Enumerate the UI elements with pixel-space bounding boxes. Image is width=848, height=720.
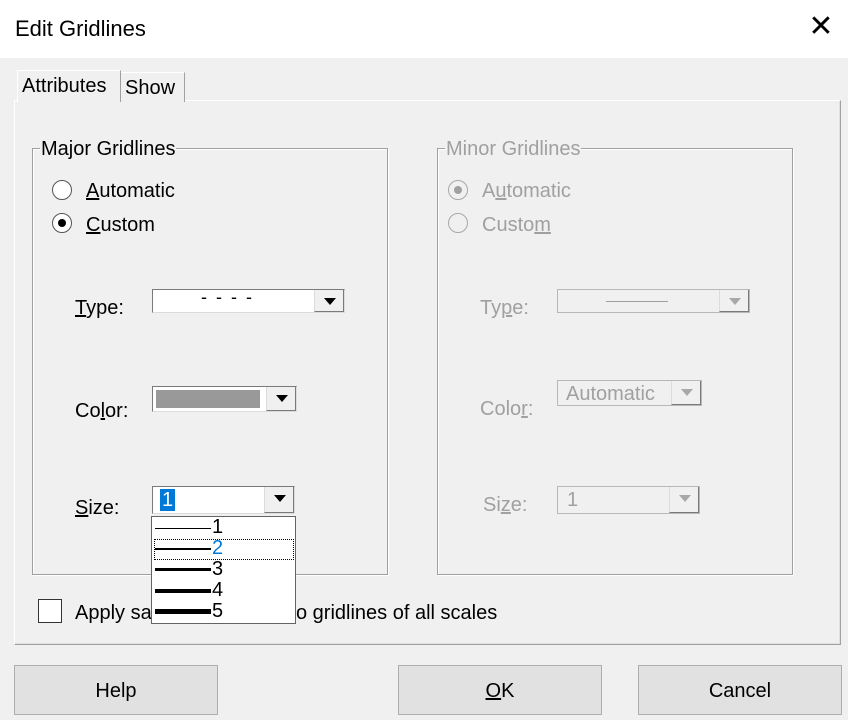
size-option-label: 5 xyxy=(212,600,224,622)
minor-type-label: Type: xyxy=(480,297,529,319)
major-type-select[interactable]: - - - - xyxy=(152,287,345,313)
line-sample-2 xyxy=(155,548,211,550)
chevron-down-icon xyxy=(679,495,691,502)
major-custom-label[interactable]: Custom xyxy=(86,213,155,237)
major-gridlines-title: Major Gridlines xyxy=(40,138,177,160)
apply-all-label-left[interactable]: Apply sa xyxy=(75,601,152,625)
minor-color-dropdown-button[interactable] xyxy=(671,381,701,405)
size-option-3[interactable]: 3 xyxy=(154,558,294,581)
major-type-dropdown-button[interactable] xyxy=(314,290,344,312)
apply-all-label-right[interactable]: o gridlines of all scales xyxy=(296,601,497,625)
chevron-down-icon xyxy=(324,298,336,305)
tab-show[interactable]: Show xyxy=(121,72,185,102)
minor-type-dropdown-button[interactable] xyxy=(719,290,749,312)
major-color-label: Color: xyxy=(75,400,129,422)
minor-automatic-label[interactable]: Automatic xyxy=(482,179,571,203)
size-option-label: 1 xyxy=(212,516,224,538)
minor-type-line-sample xyxy=(606,301,668,302)
size-option-5[interactable]: 5 xyxy=(154,600,294,623)
help-button[interactable]: Help xyxy=(14,665,218,715)
minor-custom-label[interactable]: Custom xyxy=(482,213,551,237)
minor-type-select[interactable] xyxy=(557,289,750,313)
minor-size-value: 1 xyxy=(567,489,579,511)
close-icon[interactable]: ✕ xyxy=(806,10,836,44)
chevron-down-icon xyxy=(681,389,693,396)
apply-all-checkbox[interactable] xyxy=(38,599,62,623)
major-color-swatch xyxy=(156,390,260,408)
minor-automatic-radio[interactable] xyxy=(448,180,468,200)
major-color-dropdown-button[interactable] xyxy=(266,387,296,411)
radio-selected-dot xyxy=(454,186,462,194)
tab-attributes[interactable]: Attributes xyxy=(17,70,121,102)
major-color-select[interactable] xyxy=(152,386,297,412)
major-automatic-radio[interactable] xyxy=(52,180,72,200)
radio-selected-dot xyxy=(58,219,66,227)
minor-size-dropdown-button[interactable] xyxy=(669,487,699,513)
major-custom-radio[interactable] xyxy=(52,213,72,233)
major-type-value: - - - - xyxy=(201,287,254,307)
major-size-label: Size: xyxy=(75,497,120,519)
size-option-4[interactable]: 4 xyxy=(154,579,294,602)
ok-button[interactable]: OK xyxy=(398,665,602,715)
major-size-value[interactable]: 1 xyxy=(160,489,176,511)
major-size-select[interactable]: 1 xyxy=(152,486,295,514)
size-dropdown-list: 1 2 3 4 5 xyxy=(151,516,296,624)
chevron-down-icon xyxy=(274,495,286,502)
size-option-label: 4 xyxy=(212,579,224,601)
size-option-label: 2 xyxy=(212,537,224,559)
minor-custom-radio[interactable] xyxy=(448,213,468,233)
line-sample-4 xyxy=(155,589,211,593)
minor-color-value: Automatic xyxy=(566,383,655,405)
line-sample-5 xyxy=(155,609,211,614)
size-option-2[interactable]: 2 xyxy=(154,537,294,560)
chevron-down-icon xyxy=(729,298,741,305)
minor-color-label: Color: xyxy=(480,398,534,420)
line-sample-3 xyxy=(155,568,211,571)
line-sample-1 xyxy=(155,528,211,529)
major-automatic-label[interactable]: Automatic xyxy=(86,179,175,203)
cancel-button[interactable]: Cancel xyxy=(638,665,842,715)
minor-size-label: Size: xyxy=(483,494,528,516)
minor-color-select[interactable]: Automatic xyxy=(557,380,702,406)
major-type-label: Type: xyxy=(75,297,124,319)
minor-gridlines-title: Minor Gridlines xyxy=(445,138,582,160)
chevron-down-icon xyxy=(276,395,288,402)
window-title: Edit Gridlines xyxy=(15,16,146,41)
size-option-label: 3 xyxy=(212,558,224,580)
size-option-1[interactable]: 1 xyxy=(154,516,294,539)
minor-size-select[interactable]: 1 xyxy=(557,486,700,514)
major-size-dropdown-button[interactable] xyxy=(264,487,294,513)
